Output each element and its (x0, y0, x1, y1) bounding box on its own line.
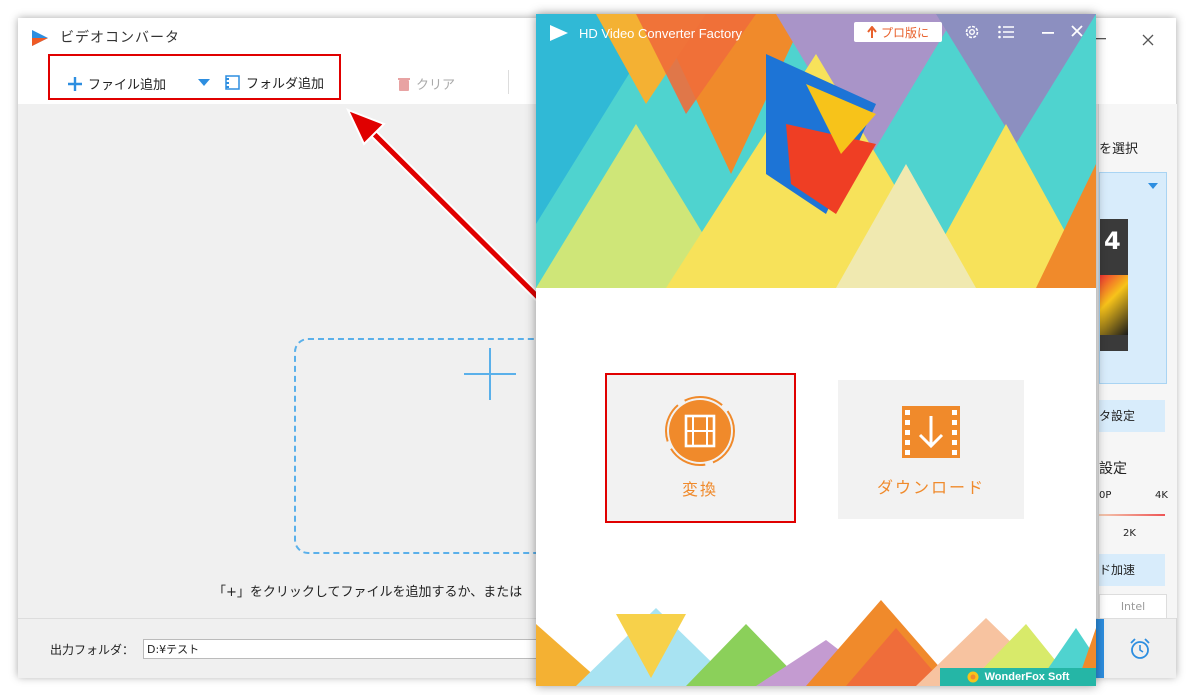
trash-icon (398, 77, 410, 91)
right-panel: を選択 4 タ設定 設定 0P 4K 2K ド加速 Intel (1098, 104, 1177, 620)
minimize-icon[interactable] (1042, 32, 1054, 34)
download-tile[interactable]: ダウンロード (838, 380, 1024, 519)
clear-button[interactable]: クリア (398, 74, 455, 93)
close-icon[interactable] (1142, 34, 1154, 46)
app-logo-icon (32, 30, 48, 46)
window-title: ビデオコンバータ (60, 30, 180, 46)
launcher-logo-icon (550, 25, 568, 41)
highlight-box-toolbar (48, 54, 341, 100)
banner-art (536, 14, 1096, 288)
close-icon[interactable] (1071, 25, 1083, 37)
download-label: ダウンロード (876, 478, 985, 497)
drop-hint-text: 「+」をクリックしてファイルを追加するか、または (213, 585, 523, 600)
hw-accel-button[interactable]: ド加速 (1099, 554, 1165, 586)
toolbar-divider (508, 70, 509, 94)
highlight-box-convert (605, 373, 796, 523)
quality-slider[interactable] (1099, 514, 1165, 516)
minimize-icon[interactable] (1096, 38, 1106, 40)
brand-badge: WonderFox Soft (940, 668, 1096, 686)
run-button-partial[interactable] (1096, 619, 1104, 678)
download-film-icon (902, 406, 960, 458)
upgrade-pro-button[interactable]: プロ版に (854, 22, 942, 42)
output-folder-field[interactable]: D:¥テスト (143, 639, 553, 659)
format-thumbnail: 4 (1100, 219, 1128, 351)
launcher-title: HD Video Converter Factory (579, 26, 743, 41)
upgrade-arrow-icon (867, 26, 877, 38)
quality-tick-mid: 2K (1123, 528, 1136, 539)
quality-label: 設定 (1099, 461, 1127, 477)
output-folder-label: 出力フォルダ： (50, 643, 135, 657)
alarm-clock-icon[interactable] (1128, 637, 1152, 661)
clear-label: クリア (416, 78, 456, 93)
quality-tick-left: 0P (1099, 490, 1112, 501)
param-settings-button[interactable]: タ設定 (1099, 400, 1165, 432)
wonderfox-logo-icon (967, 671, 979, 683)
intel-button[interactable]: Intel (1099, 594, 1167, 620)
quality-tick-right: 4K (1155, 490, 1168, 501)
format-select-label: を選択 (1099, 142, 1139, 157)
dropdown-arrow-icon (1148, 183, 1158, 189)
gear-icon[interactable] (964, 24, 980, 40)
format-select-card[interactable]: 4 (1099, 172, 1167, 384)
launcher-window: HD Video Converter Factory プロ版に 変換 ダウンロー… (536, 14, 1096, 686)
menu-list-icon[interactable] (998, 25, 1014, 39)
add-plus-icon[interactable] (464, 348, 516, 400)
